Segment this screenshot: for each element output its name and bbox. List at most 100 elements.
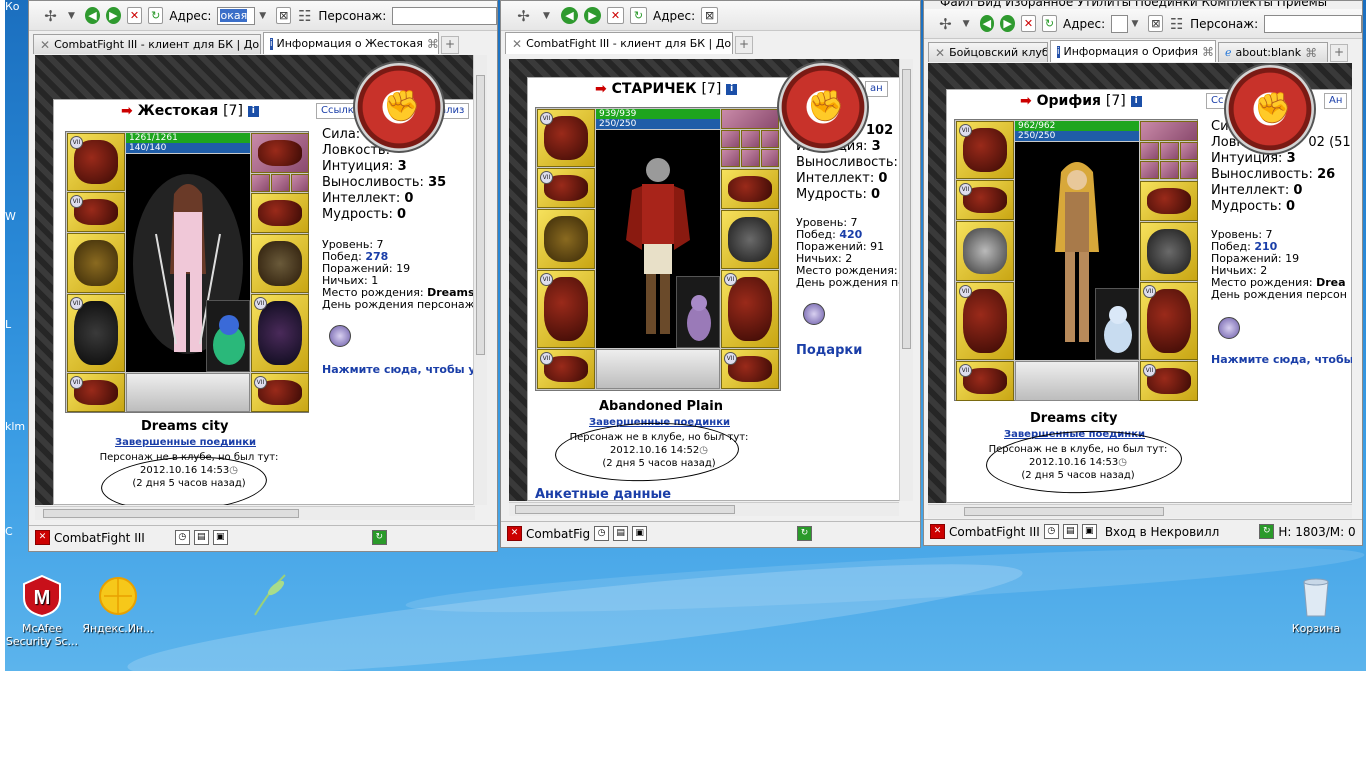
info-icon[interactable]: i <box>1130 95 1142 107</box>
chevron-down-icon[interactable]: ▼ <box>64 7 79 24</box>
back-button[interactable]: ◀ <box>979 15 995 32</box>
equip-slot-ring[interactable] <box>761 130 779 148</box>
new-tab-button[interactable]: + <box>735 36 753 54</box>
equip-slot-bracers[interactable]: VII <box>67 192 125 232</box>
finished-duels-link[interactable]: Завершенные поединки <box>115 437 256 448</box>
chevron-down-icon[interactable]: ▼ <box>959 15 974 32</box>
equip-slot-ring[interactable] <box>1140 142 1159 160</box>
new-tab-button[interactable]: + <box>1330 44 1348 62</box>
equip-slot-legs[interactable]: VII <box>1140 282 1198 360</box>
vertical-scrollbar[interactable] <box>473 55 487 505</box>
equip-slot-shield[interactable] <box>721 210 779 269</box>
go-button[interactable]: ⊠ <box>701 7 719 24</box>
close-icon[interactable]: ✕ <box>512 37 522 51</box>
save-icon[interactable]: ▣ <box>212 530 228 545</box>
refresh-button[interactable]: ↻ <box>1042 15 1058 32</box>
notes-icon[interactable]: ▤ <box>1062 524 1078 539</box>
equip-slot-armor[interactable]: VII <box>537 270 595 348</box>
info-icon[interactable]: i <box>247 105 259 117</box>
tools-icon[interactable]: ☷ <box>1169 15 1184 33</box>
equip-slot-weapon[interactable] <box>537 209 595 269</box>
address-field[interactable] <box>1111 14 1128 33</box>
equip-slot-ring[interactable] <box>291 174 309 192</box>
refresh-icon[interactable]: ↻ <box>797 526 813 541</box>
equip-slot-boots[interactable]: VII <box>1140 361 1198 401</box>
clock-icon[interactable]: ◷ <box>174 530 190 545</box>
nav-icon[interactable]: ✢ <box>515 7 532 25</box>
clock-icon[interactable]: ◷ <box>594 526 610 541</box>
equip-slot-helmet[interactable]: VII <box>956 121 1014 179</box>
new-tab-button[interactable]: + <box>441 36 459 54</box>
close-icon[interactable]: ✕ <box>935 46 945 60</box>
save-icon[interactable]: ▣ <box>632 526 648 541</box>
equip-slot-ring[interactable] <box>1160 161 1179 179</box>
equip-slot-gloves[interactable] <box>721 169 779 209</box>
back-button[interactable]: ◀ <box>561 7 578 24</box>
nav-icon[interactable]: ✢ <box>938 15 953 33</box>
close-icon[interactable]: ✕ <box>40 38 50 52</box>
desktop-icon-yandex[interactable]: Яндекс.Ин... <box>78 574 158 635</box>
stop-button[interactable]: ✕ <box>126 7 143 24</box>
equip-slot-armor[interactable]: VII <box>67 294 125 372</box>
character-field[interactable] <box>392 6 497 25</box>
desktop-icon-mcafee[interactable]: M McAfee Security Sc... <box>2 574 82 648</box>
equip-slot-ring[interactable] <box>721 149 740 167</box>
equip-slot-ring[interactable] <box>1160 142 1179 160</box>
close-icon[interactable]: ⌘ <box>427 37 438 51</box>
equip-slot-ring[interactable] <box>1180 142 1198 160</box>
close-icon[interactable]: ⌘ <box>1202 45 1214 59</box>
chevron-down-icon[interactable]: ▼ <box>538 7 555 24</box>
go-button[interactable]: ⊠ <box>1148 15 1164 32</box>
address-field[interactable]: окая <box>217 6 256 25</box>
equip-slot-belt[interactable]: VII <box>67 373 125 412</box>
refresh-icon[interactable]: ↻ <box>371 530 387 545</box>
back-button[interactable]: ◀ <box>84 7 100 24</box>
equip-slot-shield[interactable] <box>1140 222 1198 281</box>
tab-fight-club[interactable]: ✕ Бойцовский клуб <box>928 42 1048 62</box>
info-icon[interactable]: i <box>726 83 738 95</box>
tab-client[interactable]: ✕ CombatFight III - клиент для БК | До... <box>33 34 261 54</box>
click-here-link[interactable]: Нажмите сюда, чтобы уви <box>322 363 487 376</box>
forward-button[interactable]: ▶ <box>105 7 121 24</box>
go-button[interactable]: ⊠ <box>276 7 292 24</box>
equip-slot-weapon[interactable] <box>67 233 125 293</box>
equip-slot-amulet[interactable] <box>721 109 779 129</box>
equip-slot-ring[interactable] <box>271 174 290 192</box>
horizontal-scrollbar[interactable] <box>928 504 1352 518</box>
equip-slot-gloves[interactable] <box>251 193 309 233</box>
equip-slot-ring[interactable] <box>741 130 760 148</box>
character-field[interactable] <box>1264 14 1362 33</box>
equip-slot-legs[interactable]: VII <box>251 294 309 372</box>
equip-slot-weapon[interactable] <box>956 221 1014 281</box>
chevron-down-icon[interactable]: ▼ <box>255 7 270 24</box>
equip-slot-amulet[interactable] <box>1140 121 1198 141</box>
equip-slot-legs[interactable]: VII <box>721 270 779 348</box>
refresh-button[interactable]: ↻ <box>630 7 647 24</box>
notes-icon[interactable]: ▤ <box>193 530 209 545</box>
tab-info[interactable]: i Информация о Орифия ⌘ <box>1050 40 1216 62</box>
clan-shield-icon[interactable] <box>803 303 825 325</box>
desktop-icon-recycle-bin[interactable]: Корзина <box>1276 574 1356 635</box>
forward-button[interactable]: ▶ <box>584 7 601 24</box>
notes-icon[interactable]: ▤ <box>613 526 629 541</box>
equip-slot-belt[interactable]: VII <box>537 349 595 389</box>
clan-shield-icon[interactable] <box>329 325 351 347</box>
tab-blank[interactable]: ℯ about:blank ⌘ <box>1218 42 1328 62</box>
equip-slot-shield[interactable] <box>251 234 309 293</box>
close-icon[interactable]: ⌘ <box>1305 46 1317 60</box>
stop-button[interactable]: ✕ <box>607 7 624 24</box>
vertical-scrollbar[interactable] <box>899 59 913 501</box>
nav-icon[interactable]: ✢ <box>43 7 58 25</box>
clock-icon[interactable]: ◷ <box>1043 524 1059 539</box>
tab-client[interactable]: ✕ CombatFight III - клиент для БК | До... <box>505 32 733 54</box>
equip-slot-helmet[interactable]: VII <box>537 109 595 167</box>
profile-data-link[interactable]: Анкетные данные <box>535 487 671 501</box>
equip-slot-armor[interactable]: VII <box>956 282 1014 360</box>
clan-shield-icon[interactable] <box>1218 317 1240 339</box>
equip-slot-boots[interactable]: VII <box>251 373 309 412</box>
horizontal-scrollbar[interactable] <box>35 506 475 520</box>
link-tab[interactable]: ан <box>865 81 888 97</box>
horizontal-scrollbar[interactable] <box>509 502 899 516</box>
equip-slot-ring[interactable] <box>761 149 779 167</box>
equip-slot-bracers[interactable]: VII <box>537 168 595 208</box>
